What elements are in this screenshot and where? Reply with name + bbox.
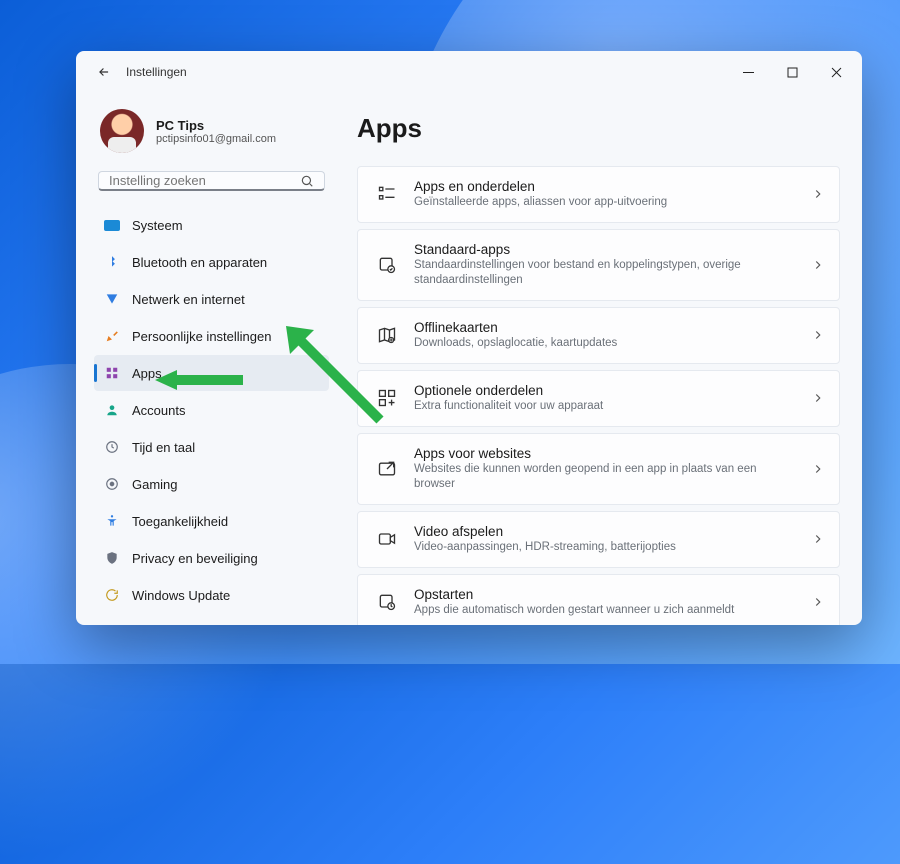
sidebar-item-time[interactable]: Tijd en taal — [94, 429, 329, 465]
card-title: Standaard-apps — [414, 242, 795, 257]
sidebar-item-label: Toegankelijkheid — [132, 514, 228, 529]
search-box[interactable] — [98, 171, 325, 191]
list-icon — [376, 184, 398, 204]
sidebar-item-apps[interactable]: Apps — [94, 355, 329, 391]
map-icon — [376, 325, 398, 345]
card-video-playback[interactable]: Video afspelenVideo-aanpassingen, HDR-st… — [357, 511, 840, 568]
nav: Systeem Bluetooth en apparaten Netwerk e… — [94, 207, 329, 613]
page-title: Apps — [357, 113, 840, 144]
search-icon — [300, 174, 314, 188]
minimize-button[interactable] — [726, 57, 770, 87]
sidebar-item-label: Bluetooth en apparaten — [132, 255, 267, 270]
sidebar-item-label: Netwerk en internet — [132, 292, 245, 307]
chevron-right-icon — [811, 187, 825, 201]
card-sub: Websites die kunnen worden geopend in ee… — [414, 462, 795, 492]
card-startup[interactable]: OpstartenApps die automatisch worden ges… — [357, 574, 840, 626]
sidebar-item-accessibility[interactable]: Toegankelijkheid — [94, 503, 329, 539]
sidebar-item-label: Accounts — [132, 403, 185, 418]
link-window-icon — [376, 459, 398, 479]
close-button[interactable] — [814, 57, 858, 87]
card-apps-features[interactable]: Apps en onderdelenGeïnstalleerde apps, a… — [357, 166, 840, 223]
person-icon — [104, 402, 120, 418]
card-apps-websites[interactable]: Apps voor websitesWebsites die kunnen wo… — [357, 433, 840, 505]
settings-window: Instellingen PC Tips pctipsinfo01@gmail.… — [76, 51, 862, 625]
apps-icon — [104, 365, 120, 381]
sidebar-item-label: Windows Update — [132, 588, 230, 603]
card-sub: Video-aanpassingen, HDR-streaming, batte… — [414, 540, 795, 555]
card-title: Opstarten — [414, 587, 795, 602]
card-title: Offlinekaarten — [414, 320, 795, 335]
card-default-apps[interactable]: Standaard-appsStandaardinstellingen voor… — [357, 229, 840, 301]
card-sub: Downloads, opslaglocatie, kaartupdates — [414, 336, 795, 351]
default-icon — [376, 255, 398, 275]
profile-email: pctipsinfo01@gmail.com — [156, 133, 276, 145]
profile[interactable]: PC Tips pctipsinfo01@gmail.com — [94, 93, 329, 167]
card-sub: Geïnstalleerde apps, aliassen voor app-u… — [414, 195, 795, 210]
startup-icon — [376, 592, 398, 612]
sidebar-item-bluetooth[interactable]: Bluetooth en apparaten — [94, 244, 329, 280]
search-input[interactable] — [109, 173, 300, 188]
card-title: Optionele onderdelen — [414, 383, 795, 398]
sidebar-item-label: Systeem — [132, 218, 183, 233]
display-icon — [104, 220, 120, 231]
sidebar-item-label: Persoonlijke instellingen — [132, 329, 271, 344]
grid-plus-icon — [376, 388, 398, 408]
chevron-right-icon — [811, 532, 825, 546]
sidebar-item-label: Privacy en beveiliging — [132, 551, 258, 566]
window-title: Instellingen — [126, 65, 187, 79]
back-button[interactable] — [96, 64, 112, 80]
card-sub: Apps die automatisch worden gestart wann… — [414, 603, 795, 618]
chevron-right-icon — [811, 595, 825, 609]
sidebar-item-privacy[interactable]: Privacy en beveiliging — [94, 540, 329, 576]
sidebar-item-personalization[interactable]: Persoonlijke instellingen — [94, 318, 329, 354]
sidebar-item-network[interactable]: Netwerk en internet — [94, 281, 329, 317]
card-sub: Standaardinstellingen voor bestand en ko… — [414, 258, 795, 288]
shield-icon — [104, 550, 120, 566]
gaming-icon — [104, 476, 120, 492]
video-icon — [376, 529, 398, 549]
sidebar: PC Tips pctipsinfo01@gmail.com Systeem B… — [76, 93, 341, 625]
main-content: Apps Apps en onderdelenGeïnstalleerde ap… — [341, 93, 862, 625]
sidebar-item-label: Gaming — [132, 477, 178, 492]
sidebar-item-gaming[interactable]: Gaming — [94, 466, 329, 502]
sidebar-item-accounts[interactable]: Accounts — [94, 392, 329, 428]
card-sub: Extra functionaliteit voor uw apparaat — [414, 399, 795, 414]
sidebar-item-label: Tijd en taal — [132, 440, 195, 455]
update-icon — [104, 587, 120, 603]
brush-icon — [104, 328, 120, 344]
titlebar: Instellingen — [76, 51, 862, 93]
accessibility-icon — [104, 513, 120, 529]
sidebar-item-system[interactable]: Systeem — [94, 207, 329, 243]
sidebar-item-update[interactable]: Windows Update — [94, 577, 329, 613]
avatar — [100, 109, 144, 153]
wifi-icon — [104, 291, 120, 307]
profile-name: PC Tips — [156, 118, 276, 133]
bluetooth-icon — [104, 254, 120, 270]
card-optional-features[interactable]: Optionele onderdelenExtra functionalitei… — [357, 370, 840, 427]
maximize-button[interactable] — [770, 57, 814, 87]
chevron-right-icon — [811, 258, 825, 272]
card-title: Video afspelen — [414, 524, 795, 539]
card-title: Apps voor websites — [414, 446, 795, 461]
sidebar-item-label: Apps — [132, 366, 162, 381]
chevron-right-icon — [811, 328, 825, 342]
chevron-right-icon — [811, 462, 825, 476]
clock-icon — [104, 439, 120, 455]
card-title: Apps en onderdelen — [414, 179, 795, 194]
chevron-right-icon — [811, 391, 825, 405]
card-offline-maps[interactable]: OfflinekaartenDownloads, opslaglocatie, … — [357, 307, 840, 364]
